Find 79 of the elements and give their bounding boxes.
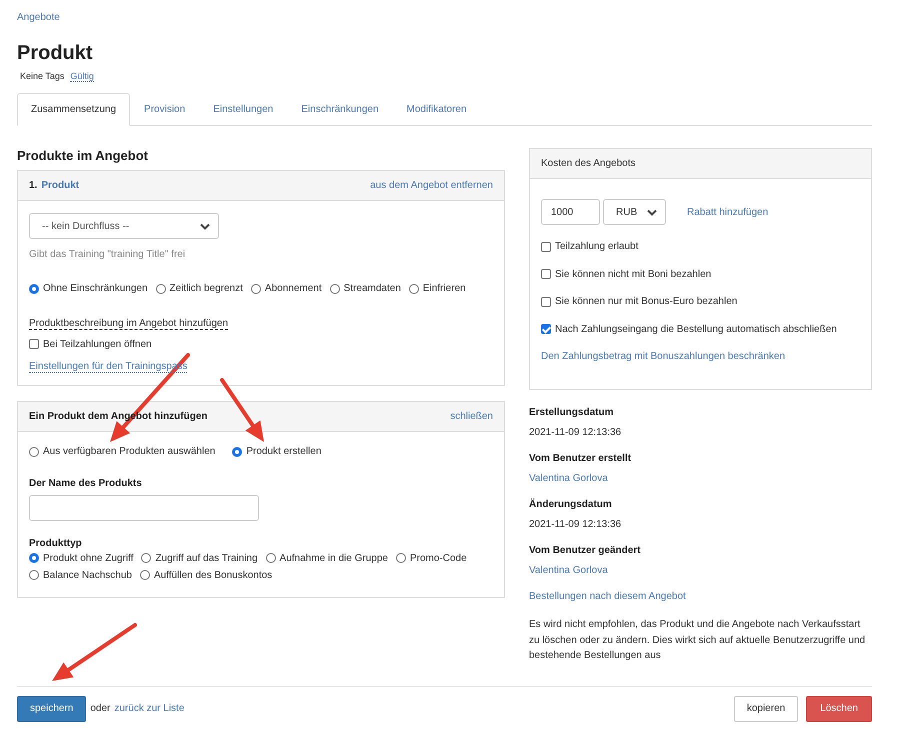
option-label: Einfrieren	[422, 283, 466, 294]
tags-label: Keine Tags	[20, 71, 64, 81]
checkbox[interactable]	[541, 242, 551, 252]
radio-button[interactable]	[408, 284, 419, 294]
option-label: Abonnement	[264, 283, 322, 294]
currency-select[interactable]: RUB	[603, 199, 666, 225]
info-label: Änderungsdatum	[529, 499, 613, 510]
option-label: Sie können nicht mit Boni bezahlen	[555, 268, 712, 280]
option-label: Zeitlich begrenzt	[170, 283, 243, 294]
info-label: Erstellungsdatum	[529, 407, 614, 418]
info-value: 2021-11-09 12:13:36	[529, 519, 622, 530]
page-title: Produkt	[17, 42, 94, 65]
or-text: oder	[90, 703, 110, 714]
option-label: Produkt ohne Zugriff	[43, 552, 134, 564]
radio-button[interactable]	[29, 446, 39, 456]
tab[interactable]: Modifikatoren	[392, 93, 481, 126]
annotation-arrow	[220, 378, 264, 442]
radio-button[interactable]	[29, 570, 39, 580]
option-label: Promo-Code	[410, 552, 467, 564]
field-label: Produkttyp	[29, 538, 83, 548]
delete-button[interactable]: Löschen	[806, 696, 872, 722]
amount-field[interactable]: 1000	[541, 199, 600, 225]
radio-button[interactable]	[29, 553, 39, 563]
checkbox[interactable]	[541, 324, 551, 334]
radio-button[interactable]	[156, 284, 166, 294]
checkbox[interactable]	[541, 296, 551, 306]
option-label: Ohne Einschränkungen	[43, 283, 148, 294]
option-label: Nach Zahlungseingang die Bestellung automatisch abschließen	[555, 324, 837, 334]
checkbox[interactable]	[29, 339, 39, 349]
field-label: Der Name des Produkts	[29, 478, 143, 488]
option-label: Aufnahme in die Gruppe	[280, 552, 388, 564]
description-link[interactable]: Produktbeschreibung im Angebot hinzufügen	[29, 318, 228, 330]
option-label: Balance Nachschub	[43, 570, 132, 580]
radio-button[interactable]	[266, 553, 276, 563]
product-link[interactable]: Produkt	[41, 180, 80, 191]
tab[interactable]: Einschränkungen	[287, 93, 393, 126]
tab[interactable]: Zusammensetzung	[17, 93, 130, 126]
back-link[interactable]: zurück zur Liste	[114, 703, 184, 714]
section-heading: Produkte im Angebot	[17, 148, 149, 163]
user-link[interactable]: Valentina Gorlova	[529, 565, 608, 576]
status-link[interactable]: Gültig	[70, 71, 94, 82]
tab[interactable]: Einstellungen	[199, 93, 288, 126]
option-label: Aus verfügbaren Produkten auswählen	[43, 446, 216, 457]
breadcrumb-link[interactable]: Angebote	[17, 12, 60, 23]
close-link[interactable]: schließen	[450, 411, 493, 422]
radio-button[interactable]	[396, 553, 406, 563]
checkbox[interactable]	[541, 269, 551, 279]
option-label: Streamdaten	[344, 283, 401, 294]
radio-button[interactable]	[250, 284, 261, 294]
radio-button[interactable]	[232, 446, 242, 456]
panel-title: Kosten des Angebots	[541, 158, 636, 169]
chevron-icon	[647, 208, 657, 216]
option-label: Zugriff auf das Training	[155, 552, 258, 564]
user-link[interactable]: Valentina Gorlova	[529, 473, 608, 484]
discount-link[interactable]: Rabatt hinzufügen	[687, 206, 768, 218]
info-value: 2021-11-09 12:13:36	[529, 427, 622, 438]
hint-text: Gibt das Training "training Title" frei	[29, 249, 186, 260]
input-field[interactable]	[29, 494, 259, 520]
flow-select[interactable]: -- kein Durchfluss --	[29, 213, 219, 239]
option-label: Sie können nur mit Bonus-Euro bezahlen	[555, 296, 738, 307]
radio-button[interactable]	[141, 553, 152, 563]
tab[interactable]: Provision	[130, 93, 200, 126]
orders-link[interactable]: Bestellungen nach diesem Angebot	[529, 591, 686, 602]
info-label: Vom Benutzer erstellt	[529, 453, 632, 464]
option-label: Produkt erstellen	[246, 446, 322, 457]
warning-text: Es wird nicht empfohlen, das Produkt und die Angebote nach Verkaufsstart zu löschen oder zu ändern. Dies wirkt sich auf aktuelle Benutzerzugriffe und bestehende Bestellungen aus	[529, 618, 866, 663]
copy-button[interactable]: kopieren	[734, 696, 798, 722]
radio-button[interactable]	[29, 284, 39, 294]
limit-link[interactable]: Den Zahlungsbetrag mit Bonuszahlungen beschränken	[541, 351, 786, 362]
radio-button[interactable]	[140, 570, 150, 580]
info-label: Vom Benutzer geändert	[529, 545, 642, 556]
remove-link[interactable]: aus dem Angebot entfernen	[370, 180, 493, 191]
option-label: Teilzahlung erlaubt	[555, 241, 638, 252]
option-label: Auffüllen des Bonuskontos	[154, 570, 272, 580]
radio-button[interactable]	[330, 284, 340, 294]
product-number: 1.	[29, 180, 38, 191]
option-label: Bei Teilzahlungen öffnen	[43, 338, 152, 350]
chevron-icon	[200, 222, 210, 230]
save-button[interactable]: speichern	[17, 696, 86, 722]
